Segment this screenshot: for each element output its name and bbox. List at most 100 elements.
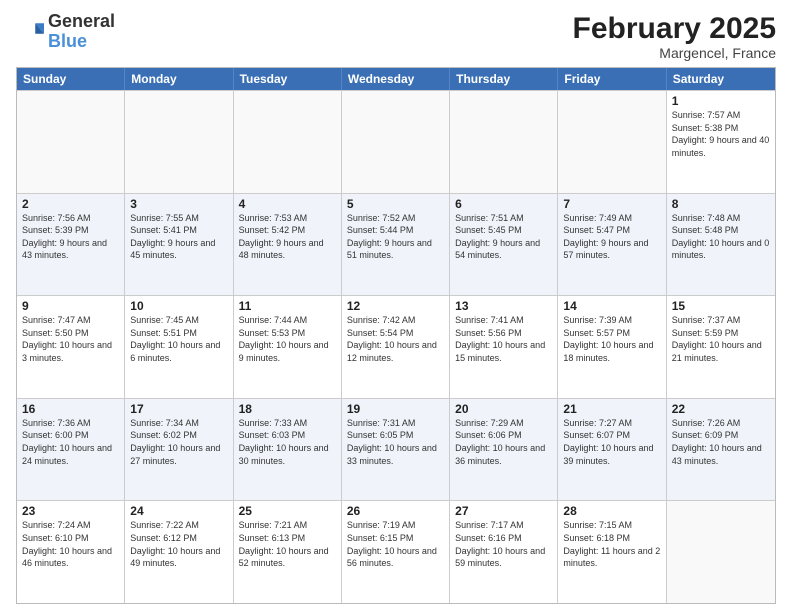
calendar-cell (450, 91, 558, 193)
day-info: Sunrise: 7:21 AM Sunset: 6:13 PM Dayligh… (239, 519, 336, 569)
day-number: 15 (672, 299, 770, 313)
day-number: 20 (455, 402, 552, 416)
day-number: 23 (22, 504, 119, 518)
calendar-cell: 8Sunrise: 7:48 AM Sunset: 5:48 PM Daylig… (667, 194, 775, 296)
header: General Blue February 2025 Margencel, Fr… (16, 12, 776, 61)
calendar-cell (234, 91, 342, 193)
calendar-cell: 28Sunrise: 7:15 AM Sunset: 6:18 PM Dayli… (558, 501, 666, 603)
day-info: Sunrise: 7:31 AM Sunset: 6:05 PM Dayligh… (347, 417, 444, 467)
day-info: Sunrise: 7:55 AM Sunset: 5:41 PM Dayligh… (130, 212, 227, 262)
day-number: 1 (672, 94, 770, 108)
calendar-cell: 16Sunrise: 7:36 AM Sunset: 6:00 PM Dayli… (17, 399, 125, 501)
header-cell-monday: Monday (125, 68, 233, 90)
day-info: Sunrise: 7:42 AM Sunset: 5:54 PM Dayligh… (347, 314, 444, 364)
day-info: Sunrise: 7:45 AM Sunset: 5:51 PM Dayligh… (130, 314, 227, 364)
day-number: 8 (672, 197, 770, 211)
calendar-title: February 2025 (573, 12, 776, 45)
header-cell-tuesday: Tuesday (234, 68, 342, 90)
header-cell-saturday: Saturday (667, 68, 775, 90)
header-cell-sunday: Sunday (17, 68, 125, 90)
page: General Blue February 2025 Margencel, Fr… (0, 0, 792, 612)
calendar-cell: 20Sunrise: 7:29 AM Sunset: 6:06 PM Dayli… (450, 399, 558, 501)
calendar-cell: 21Sunrise: 7:27 AM Sunset: 6:07 PM Dayli… (558, 399, 666, 501)
day-number: 6 (455, 197, 552, 211)
calendar-cell: 13Sunrise: 7:41 AM Sunset: 5:56 PM Dayli… (450, 296, 558, 398)
day-info: Sunrise: 7:44 AM Sunset: 5:53 PM Dayligh… (239, 314, 336, 364)
day-number: 18 (239, 402, 336, 416)
day-number: 10 (130, 299, 227, 313)
calendar-cell: 7Sunrise: 7:49 AM Sunset: 5:47 PM Daylig… (558, 194, 666, 296)
day-number: 5 (347, 197, 444, 211)
day-info: Sunrise: 7:24 AM Sunset: 6:10 PM Dayligh… (22, 519, 119, 569)
day-info: Sunrise: 7:26 AM Sunset: 6:09 PM Dayligh… (672, 417, 770, 467)
calendar-row-0: 1Sunrise: 7:57 AM Sunset: 5:38 PM Daylig… (17, 90, 775, 193)
header-cell-wednesday: Wednesday (342, 68, 450, 90)
day-info: Sunrise: 7:37 AM Sunset: 5:59 PM Dayligh… (672, 314, 770, 364)
logo: General Blue (16, 12, 115, 52)
day-number: 17 (130, 402, 227, 416)
day-info: Sunrise: 7:56 AM Sunset: 5:39 PM Dayligh… (22, 212, 119, 262)
day-number: 25 (239, 504, 336, 518)
day-number: 26 (347, 504, 444, 518)
calendar-cell (342, 91, 450, 193)
day-info: Sunrise: 7:52 AM Sunset: 5:44 PM Dayligh… (347, 212, 444, 262)
day-info: Sunrise: 7:51 AM Sunset: 5:45 PM Dayligh… (455, 212, 552, 262)
logo-general-text: General (48, 11, 115, 31)
calendar-row-3: 16Sunrise: 7:36 AM Sunset: 6:00 PM Dayli… (17, 398, 775, 501)
day-number: 9 (22, 299, 119, 313)
logo-icon (16, 18, 44, 46)
day-number: 19 (347, 402, 444, 416)
day-info: Sunrise: 7:17 AM Sunset: 6:16 PM Dayligh… (455, 519, 552, 569)
day-number: 27 (455, 504, 552, 518)
day-info: Sunrise: 7:34 AM Sunset: 6:02 PM Dayligh… (130, 417, 227, 467)
calendar-cell: 1Sunrise: 7:57 AM Sunset: 5:38 PM Daylig… (667, 91, 775, 193)
calendar-header-row: SundayMondayTuesdayWednesdayThursdayFrid… (17, 68, 775, 90)
day-number: 7 (563, 197, 660, 211)
calendar-cell: 24Sunrise: 7:22 AM Sunset: 6:12 PM Dayli… (125, 501, 233, 603)
calendar-row-4: 23Sunrise: 7:24 AM Sunset: 6:10 PM Dayli… (17, 500, 775, 603)
calendar-subtitle: Margencel, France (573, 45, 776, 61)
calendar-cell: 11Sunrise: 7:44 AM Sunset: 5:53 PM Dayli… (234, 296, 342, 398)
day-info: Sunrise: 7:36 AM Sunset: 6:00 PM Dayligh… (22, 417, 119, 467)
day-info: Sunrise: 7:15 AM Sunset: 6:18 PM Dayligh… (563, 519, 660, 569)
day-info: Sunrise: 7:41 AM Sunset: 5:56 PM Dayligh… (455, 314, 552, 364)
calendar-cell: 12Sunrise: 7:42 AM Sunset: 5:54 PM Dayli… (342, 296, 450, 398)
day-number: 3 (130, 197, 227, 211)
day-info: Sunrise: 7:47 AM Sunset: 5:50 PM Dayligh… (22, 314, 119, 364)
calendar-cell: 5Sunrise: 7:52 AM Sunset: 5:44 PM Daylig… (342, 194, 450, 296)
day-number: 13 (455, 299, 552, 313)
calendar-cell: 18Sunrise: 7:33 AM Sunset: 6:03 PM Dayli… (234, 399, 342, 501)
calendar-cell: 6Sunrise: 7:51 AM Sunset: 5:45 PM Daylig… (450, 194, 558, 296)
calendar-cell: 10Sunrise: 7:45 AM Sunset: 5:51 PM Dayli… (125, 296, 233, 398)
day-info: Sunrise: 7:22 AM Sunset: 6:12 PM Dayligh… (130, 519, 227, 569)
day-info: Sunrise: 7:48 AM Sunset: 5:48 PM Dayligh… (672, 212, 770, 262)
day-info: Sunrise: 7:19 AM Sunset: 6:15 PM Dayligh… (347, 519, 444, 569)
calendar-cell: 27Sunrise: 7:17 AM Sunset: 6:16 PM Dayli… (450, 501, 558, 603)
calendar-cell (667, 501, 775, 603)
day-number: 22 (672, 402, 770, 416)
calendar-cell: 26Sunrise: 7:19 AM Sunset: 6:15 PM Dayli… (342, 501, 450, 603)
calendar-cell: 14Sunrise: 7:39 AM Sunset: 5:57 PM Dayli… (558, 296, 666, 398)
calendar-cell: 19Sunrise: 7:31 AM Sunset: 6:05 PM Dayli… (342, 399, 450, 501)
calendar-cell: 3Sunrise: 7:55 AM Sunset: 5:41 PM Daylig… (125, 194, 233, 296)
day-number: 12 (347, 299, 444, 313)
calendar-cell: 22Sunrise: 7:26 AM Sunset: 6:09 PM Dayli… (667, 399, 775, 501)
day-number: 21 (563, 402, 660, 416)
day-info: Sunrise: 7:39 AM Sunset: 5:57 PM Dayligh… (563, 314, 660, 364)
calendar-cell (17, 91, 125, 193)
day-info: Sunrise: 7:29 AM Sunset: 6:06 PM Dayligh… (455, 417, 552, 467)
header-cell-thursday: Thursday (450, 68, 558, 90)
calendar-body: 1Sunrise: 7:57 AM Sunset: 5:38 PM Daylig… (17, 90, 775, 603)
calendar-cell: 25Sunrise: 7:21 AM Sunset: 6:13 PM Dayli… (234, 501, 342, 603)
day-info: Sunrise: 7:33 AM Sunset: 6:03 PM Dayligh… (239, 417, 336, 467)
day-number: 14 (563, 299, 660, 313)
calendar-cell (558, 91, 666, 193)
calendar-cell: 15Sunrise: 7:37 AM Sunset: 5:59 PM Dayli… (667, 296, 775, 398)
calendar-cell: 17Sunrise: 7:34 AM Sunset: 6:02 PM Dayli… (125, 399, 233, 501)
calendar: SundayMondayTuesdayWednesdayThursdayFrid… (16, 67, 776, 604)
header-cell-friday: Friday (558, 68, 666, 90)
title-block: February 2025 Margencel, France (573, 12, 776, 61)
calendar-cell: 4Sunrise: 7:53 AM Sunset: 5:42 PM Daylig… (234, 194, 342, 296)
day-number: 28 (563, 504, 660, 518)
calendar-cell: 9Sunrise: 7:47 AM Sunset: 5:50 PM Daylig… (17, 296, 125, 398)
